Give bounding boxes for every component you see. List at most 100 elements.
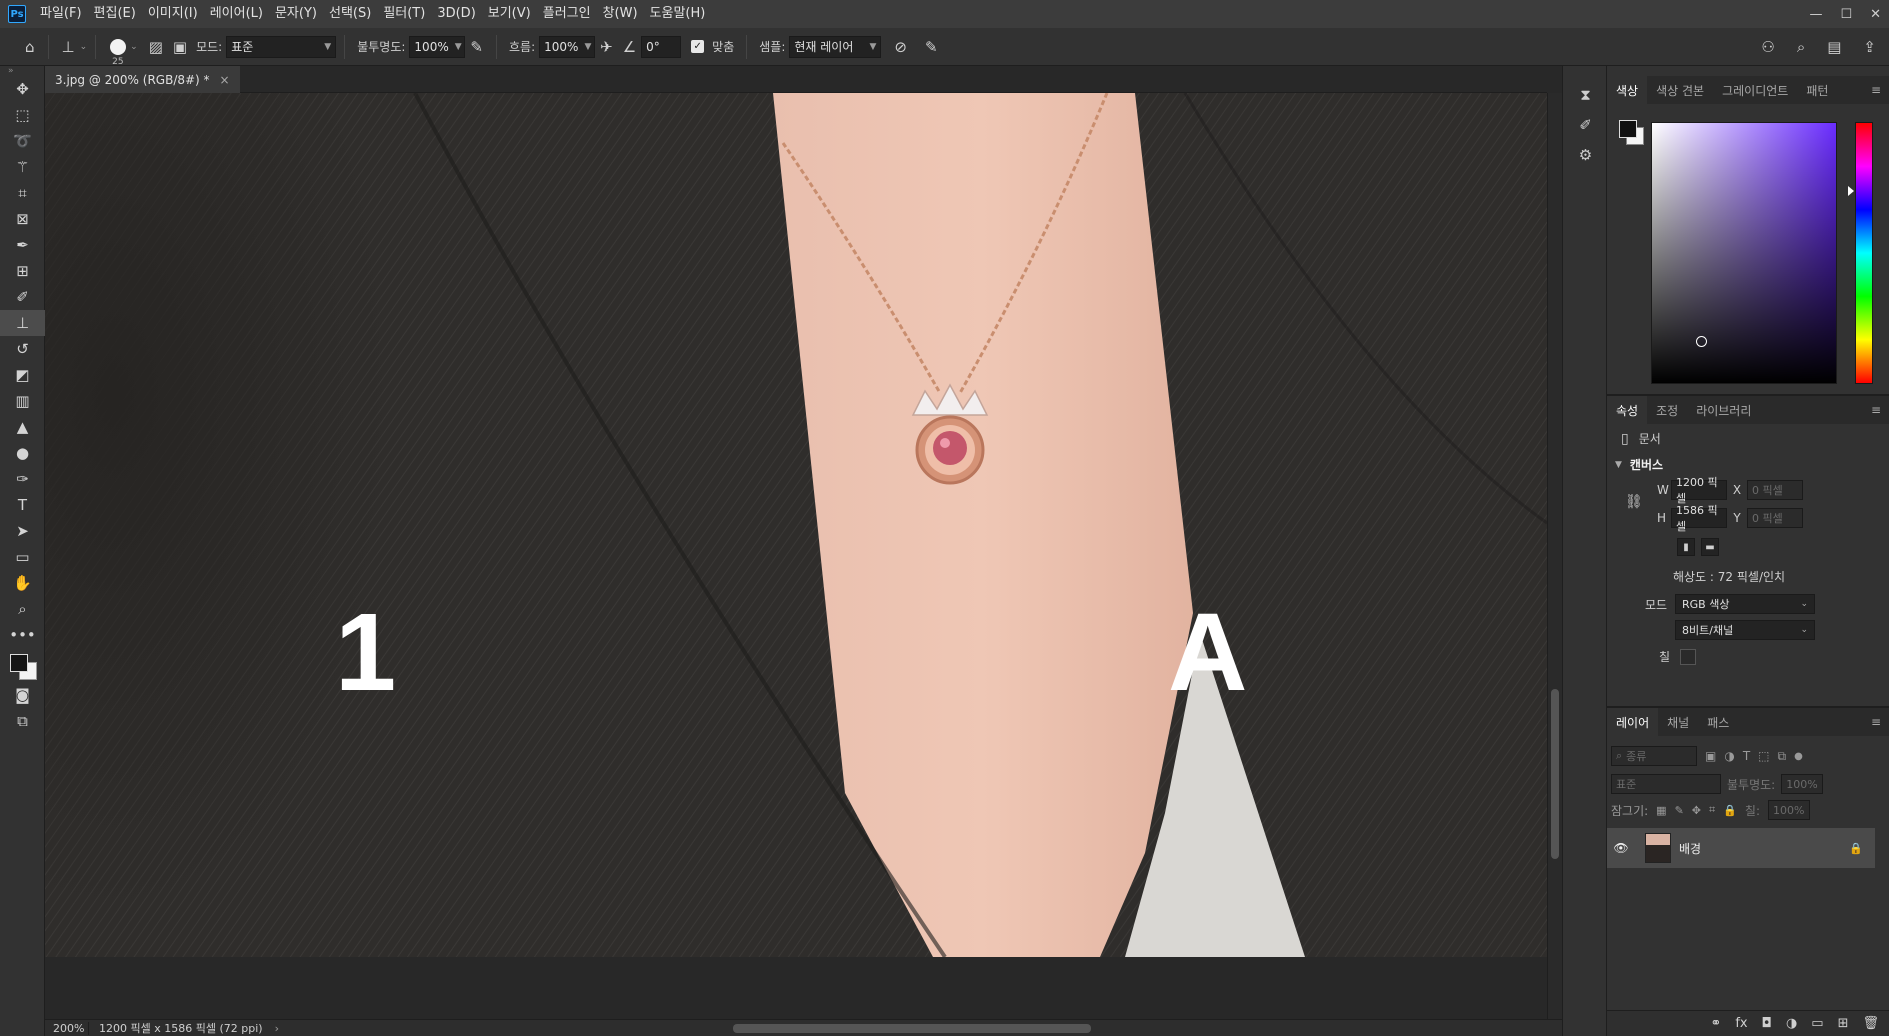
tab-channels[interactable]: 채널 <box>1658 708 1698 736</box>
adjustments-panel-icon[interactable]: ⚙ <box>1563 140 1608 170</box>
add-mask-icon[interactable]: ◘ <box>1762 1016 1772 1031</box>
ignore-adjustment-icon[interactable]: ⊘ <box>889 38 912 56</box>
minimize-button[interactable]: — <box>1809 7 1822 22</box>
menu-help[interactable]: 도움말(H) <box>644 0 712 28</box>
eyedropper-tool-icon[interactable]: ✒ <box>0 232 45 258</box>
vertical-scrollbar[interactable] <box>1547 93 1562 1019</box>
hue-arrow-icon[interactable] <box>1848 186 1854 196</box>
panel-menu-icon[interactable]: ≡ <box>1871 83 1889 97</box>
portrait-orientation-icon[interactable]: ▮ <box>1677 538 1695 556</box>
layer-row[interactable]: 👁 배경 🔒 <box>1607 828 1875 868</box>
tab-patterns[interactable]: 패턴 <box>1797 76 1837 104</box>
pressure-opacity-icon[interactable]: ✎ <box>465 38 488 56</box>
menu-window[interactable]: 창(W) <box>597 0 644 28</box>
layer-style-icon[interactable]: fx <box>1735 1016 1747 1031</box>
search-icon[interactable]: ⌕ <box>1792 38 1810 56</box>
color-mode-select[interactable]: RGB 색상 ⌄ <box>1675 594 1815 614</box>
horizontal-scroll-thumb[interactable] <box>733 1024 1091 1033</box>
lock-position-icon[interactable]: ✥ <box>1692 804 1701 817</box>
vertical-scroll-thumb[interactable] <box>1551 689 1559 859</box>
menu-image[interactable]: 이미지(I) <box>142 0 204 28</box>
history-panel-icon[interactable]: ⧗ <box>1563 80 1608 110</box>
sample-select[interactable]: 현재 레이어 ▼ <box>789 35 882 58</box>
tab-gradients[interactable]: 그레이디언트 <box>1713 76 1797 104</box>
y-input[interactable]: 0 픽셀 <box>1747 508 1803 528</box>
angle-input[interactable]: 0° <box>641 35 682 58</box>
color-picker-marker[interactable] <box>1696 336 1707 347</box>
filter-adjustment-icon[interactable]: ◑ <box>1724 749 1734 763</box>
eraser-tool-icon[interactable]: ◩ <box>0 362 45 388</box>
move-tool-icon[interactable]: ✥ <box>0 76 45 102</box>
lock-artboard-icon[interactable]: ⌗ <box>1709 803 1715 817</box>
document-tab[interactable]: 3.jpg @ 200% (RGB/8#) * × <box>45 66 240 93</box>
mode-select[interactable]: 표준 ▼ <box>226 35 337 58</box>
history-brush-tool-icon[interactable]: ↺ <box>0 336 45 362</box>
opacity-input[interactable]: 100% ▼ <box>409 35 466 58</box>
zoom-level[interactable]: 200% <box>45 1021 89 1035</box>
clone-stamp-tool-icon[interactable]: ⊥ <box>0 310 45 336</box>
magic-wand-tool-icon[interactable]: ⚚ <box>0 154 45 180</box>
brush-preset-picker[interactable]: 25 <box>110 38 127 67</box>
layer-filter-select[interactable]: ⌕ 종류 <box>1611 746 1697 766</box>
tab-swatches[interactable]: 색상 견본 <box>1647 76 1713 104</box>
airbrush-icon[interactable]: ✈ <box>595 38 618 56</box>
lock-transparency-icon[interactable]: ▦ <box>1656 804 1666 817</box>
filter-type-icon[interactable]: T <box>1743 749 1750 763</box>
hue-slider[interactable] <box>1855 122 1873 384</box>
foreground-color-swatch[interactable] <box>10 654 28 672</box>
new-group-icon[interactable]: ▭ <box>1811 1016 1823 1031</box>
menu-type[interactable]: 문자(Y) <box>269 0 323 28</box>
blur-tool-icon[interactable]: ▲ <box>0 414 45 440</box>
pressure-size-icon[interactable]: ✎ <box>920 38 943 56</box>
flow-input[interactable]: 100% ▼ <box>539 35 596 58</box>
menu-layer[interactable]: 레이어(L) <box>204 0 269 28</box>
layers-menu-icon[interactable]: ≡ <box>1871 715 1889 729</box>
brush-settings-icon[interactable]: ▨ <box>144 38 168 56</box>
canvas-area[interactable]: 1 A <box>45 93 1547 1019</box>
tab-color[interactable]: 색상 <box>1607 76 1648 104</box>
menu-filter[interactable]: 필터(T) <box>377 0 431 28</box>
status-arrow-icon[interactable]: › <box>275 1022 279 1035</box>
fill-opacity-input[interactable]: 100% <box>1768 800 1811 820</box>
export-icon[interactable]: ⇪ <box>1858 38 1881 56</box>
close-button[interactable]: ✕ <box>1870 7 1881 22</box>
rectangle-tool-icon[interactable]: ▭ <box>0 544 45 570</box>
tab-adjustments[interactable]: 조정 <box>1647 396 1687 424</box>
gradient-tool-icon[interactable]: ▥ <box>0 388 45 414</box>
lock-pixels-icon[interactable]: ✎ <box>1675 804 1684 817</box>
pen-tool-icon[interactable]: ✑ <box>0 466 45 492</box>
zoom-tool-icon[interactable]: ⌕ <box>0 596 45 622</box>
width-input[interactable]: 1200 픽셀 <box>1671 476 1727 505</box>
tab-paths[interactable]: 패스 <box>1698 708 1738 736</box>
more-tools-icon[interactable]: ••• <box>0 622 45 648</box>
lock-all-icon[interactable]: 🔒 <box>1723 804 1737 817</box>
maximize-button[interactable]: ☐ <box>1840 7 1852 22</box>
height-input[interactable]: 1586 픽셀 <box>1671 504 1727 533</box>
crop-tool-icon[interactable]: ⌗ <box>0 180 45 206</box>
landscape-orientation-icon[interactable]: ▬ <box>1701 538 1719 556</box>
menu-file[interactable]: 파일(F) <box>34 0 88 28</box>
filter-toggle-icon[interactable]: ● <box>1794 751 1803 762</box>
filter-smart-object-icon[interactable]: ⧉ <box>1778 749 1787 764</box>
chevron-down-icon[interactable]: ▼ <box>1615 460 1622 470</box>
screen-mode-icon[interactable]: ⧉ <box>0 708 45 734</box>
tab-properties[interactable]: 속성 <box>1607 396 1648 424</box>
hand-tool-icon[interactable]: ✋ <box>0 570 45 596</box>
healing-brush-tool-icon[interactable]: ⊞ <box>0 258 45 284</box>
x-input[interactable]: 0 픽셀 <box>1747 480 1803 500</box>
layer-name[interactable]: 배경 <box>1679 840 1701 857</box>
tab-layers[interactable]: 레이어 <box>1607 708 1659 736</box>
properties-menu-icon[interactable]: ≡ <box>1871 403 1889 417</box>
share-icon[interactable]: ⚇ <box>1756 38 1779 56</box>
close-tab-icon[interactable]: × <box>220 73 230 87</box>
clone-source-icon[interactable]: ▣ <box>168 38 192 56</box>
frame-tool-icon[interactable]: ⊠ <box>0 206 45 232</box>
clone-stamp-preset-icon[interactable]: ⊥ <box>57 38 80 56</box>
layer-lock-icon[interactable]: 🔒 <box>1849 842 1863 855</box>
link-layers-icon[interactable]: ⚭ <box>1710 1016 1721 1031</box>
filter-pixel-icon[interactable]: ▣ <box>1705 749 1716 763</box>
bit-depth-select[interactable]: 8비트/채널 ⌄ <box>1675 620 1815 640</box>
color-field[interactable] <box>1651 122 1837 384</box>
brush-settings-panel-icon[interactable]: ✐ <box>1563 110 1608 140</box>
fill-swatch[interactable] <box>1680 648 1697 665</box>
